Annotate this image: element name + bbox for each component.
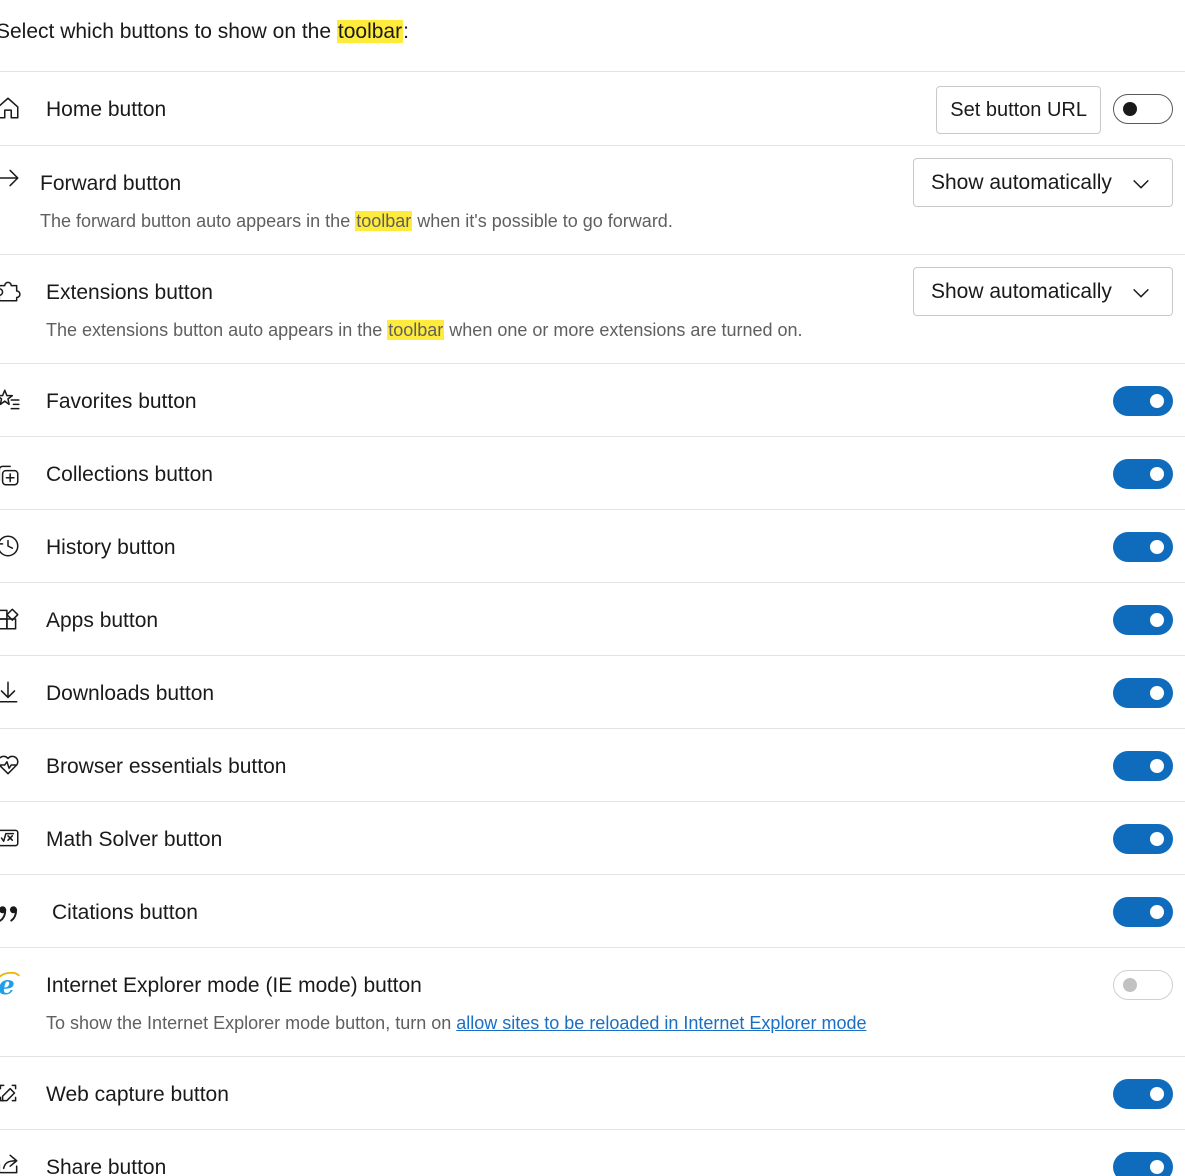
web-capture-button-toggle[interactable] (1113, 1079, 1173, 1109)
math-solver-button-label: Math Solver button (46, 828, 223, 851)
home-icon (0, 94, 22, 122)
row-share-button: Share button (0, 1129, 1185, 1176)
ie-mode-button-description: To show the Internet Explorer mode butto… (46, 1013, 867, 1033)
row-downloads-button: Downloads button (0, 655, 1185, 728)
heart-pulse-icon (0, 751, 22, 779)
toggle-knob (1150, 1087, 1164, 1101)
browser-essentials-button-toggle[interactable] (1113, 751, 1173, 781)
row-extensions-button: Extensions button The extensions button … (0, 254, 1185, 363)
star-list-icon (0, 386, 22, 414)
favorites-button-label: Favorites button (46, 390, 197, 413)
toggle-knob (1123, 102, 1137, 116)
toggle-knob (1150, 540, 1164, 554)
toggle-knob (1150, 686, 1164, 700)
ie-mode-settings-link[interactable]: allow sites to be reloaded in Internet E… (456, 1013, 866, 1033)
toggle-knob (1150, 1160, 1164, 1174)
home-button-label: Home button (46, 98, 167, 121)
citations-button-toggle[interactable] (1113, 897, 1173, 927)
math-solver-icon (0, 824, 22, 852)
search-highlight: toolbar (387, 320, 445, 340)
search-highlight: toolbar (336, 20, 404, 43)
section-header: Select which buttons to show on the tool… (0, 20, 409, 43)
arrow-right-icon (0, 164, 22, 192)
chevron-down-icon (1130, 173, 1152, 195)
toolbar-settings-page: Select which buttons to show on the tool… (0, 0, 1185, 1176)
forward-button-select[interactable]: Show automatically (913, 158, 1173, 207)
toggle-knob (1150, 832, 1164, 846)
extensions-button-description: The extensions button auto appears in th… (46, 320, 803, 340)
share-button-label: Share button (46, 1156, 167, 1176)
history-button-toggle[interactable] (1113, 532, 1173, 562)
download-icon (0, 678, 22, 706)
toggle-knob (1123, 978, 1137, 992)
browser-essentials-button-label: Browser essentials button (46, 755, 287, 778)
citations-button-label: Citations button (52, 901, 198, 924)
search-highlight: toolbar (355, 211, 413, 231)
ie-mode-button-toggle[interactable] (1113, 970, 1173, 1000)
extensions-button-select[interactable]: Show automatically (913, 267, 1173, 316)
toggle-knob (1150, 905, 1164, 919)
forward-button-label: Forward button (40, 172, 182, 195)
row-history-button: History button (0, 509, 1185, 582)
row-forward-button: Forward button The forward button auto a… (0, 145, 1185, 254)
math-solver-button-toggle[interactable] (1113, 824, 1173, 854)
row-web-capture-button: Web capture button (0, 1056, 1185, 1129)
web-capture-icon (0, 1079, 22, 1107)
history-button-label: History button (46, 536, 176, 559)
collections-button-toggle[interactable] (1113, 459, 1173, 489)
share-button-toggle[interactable] (1113, 1152, 1173, 1176)
toggle-knob (1150, 394, 1164, 408)
toggle-knob (1150, 613, 1164, 627)
extensions-button-label: Extensions button (46, 281, 213, 304)
toggle-knob (1150, 467, 1164, 481)
collections-button-label: Collections button (46, 463, 213, 486)
forward-button-description: The forward button auto appears in the t… (40, 211, 673, 231)
chevron-down-icon (1130, 282, 1152, 304)
set-button-url-button[interactable]: Set button URL (936, 86, 1101, 134)
downloads-button-toggle[interactable] (1113, 678, 1173, 708)
row-browser-essentials-button: Browser essentials button (0, 728, 1185, 801)
row-math-solver-button: Math Solver button (0, 801, 1185, 874)
internet-explorer-icon: e (0, 970, 22, 998)
row-home-button: Home button Set button URL (0, 71, 1185, 145)
row-apps-button: Apps button (0, 582, 1185, 655)
apps-icon (0, 605, 22, 633)
favorites-button-toggle[interactable] (1113, 386, 1173, 416)
collections-icon (0, 461, 22, 489)
apps-button-label: Apps button (46, 609, 159, 632)
row-collections-button: Collections button (0, 436, 1185, 509)
share-icon (0, 1150, 22, 1176)
row-favorites-button: Favorites button (0, 363, 1185, 436)
toggle-knob (1150, 759, 1164, 773)
row-citations-button: Citations button (0, 874, 1185, 947)
downloads-button-label: Downloads button (46, 682, 215, 705)
puzzle-icon (0, 277, 22, 305)
home-button-toggle[interactable] (1113, 94, 1173, 124)
ie-mode-button-label: Internet Explorer mode (IE mode) button (46, 974, 422, 997)
row-ie-mode-button: e Internet Explorer mode (IE mode) butto… (0, 947, 1185, 1056)
web-capture-button-label: Web capture button (46, 1083, 229, 1106)
history-icon (0, 532, 22, 560)
quote-icon (0, 899, 22, 927)
apps-button-toggle[interactable] (1113, 605, 1173, 635)
